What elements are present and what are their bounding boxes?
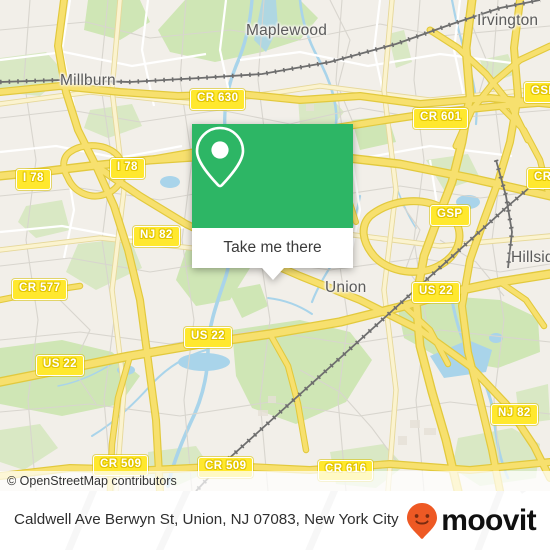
moovit-pin-icon — [407, 502, 438, 539]
shield-gsp-union: GSP — [430, 205, 470, 226]
shield-gsp-north: GSP — [524, 82, 550, 103]
shield-i-78-west: I 78 — [16, 169, 51, 190]
map-label-irvington: Irvington — [477, 12, 539, 29]
destination-callout[interactable]: Take me there — [192, 124, 353, 280]
shield-us-22-west: US 22 — [36, 355, 84, 376]
map-label-union: Union — [325, 279, 367, 296]
callout-action[interactable]: Take me there — [192, 228, 353, 268]
map-canvas[interactable]: .pk{fill:#cfe6b5} .pk2{fill:#d9e8c4} .wt… — [0, 0, 550, 491]
callout-header — [192, 124, 353, 228]
map-label-maplewood: Maplewood — [246, 22, 328, 39]
shield-nj-82-east: NJ 82 — [491, 404, 538, 425]
moovit-logo[interactable]: moovit — [405, 502, 537, 540]
callout-tail — [261, 268, 284, 280]
shield-us-22-east: US 22 — [412, 282, 460, 303]
map-label-hillside: Hillside — [511, 249, 550, 266]
shield-cr-577: CR 577 — [12, 279, 68, 300]
osm-attribution-text: © OpenStreetMap contributors — [7, 474, 177, 488]
address-text: Caldwell Ave Berwyn St, Union, NJ 07083,… — [14, 511, 399, 529]
moovit-wordmark: moovit — [441, 503, 536, 537]
shield-cr-clipped: CR — [527, 168, 550, 189]
callout-action-label: Take me there — [223, 239, 322, 256]
map-label-millburn: Millburn — [60, 72, 116, 89]
osm-attribution[interactable]: © OpenStreetMap contributors — [0, 471, 550, 491]
bottom-bar: Caldwell Ave Berwyn St, Union, NJ 07083,… — [0, 491, 550, 550]
map-pin-icon — [195, 126, 245, 188]
screenshot-root: .pk{fill:#cfe6b5} .pk2{fill:#d9e8c4} .wt… — [0, 0, 550, 550]
shield-nj-82-west: NJ 82 — [133, 226, 180, 247]
shield-cr-601: CR 601 — [413, 108, 469, 129]
shield-i-78-east: I 78 — [110, 158, 145, 179]
shield-us-22-mid: US 22 — [184, 327, 232, 348]
shield-cr-630: CR 630 — [190, 89, 246, 110]
